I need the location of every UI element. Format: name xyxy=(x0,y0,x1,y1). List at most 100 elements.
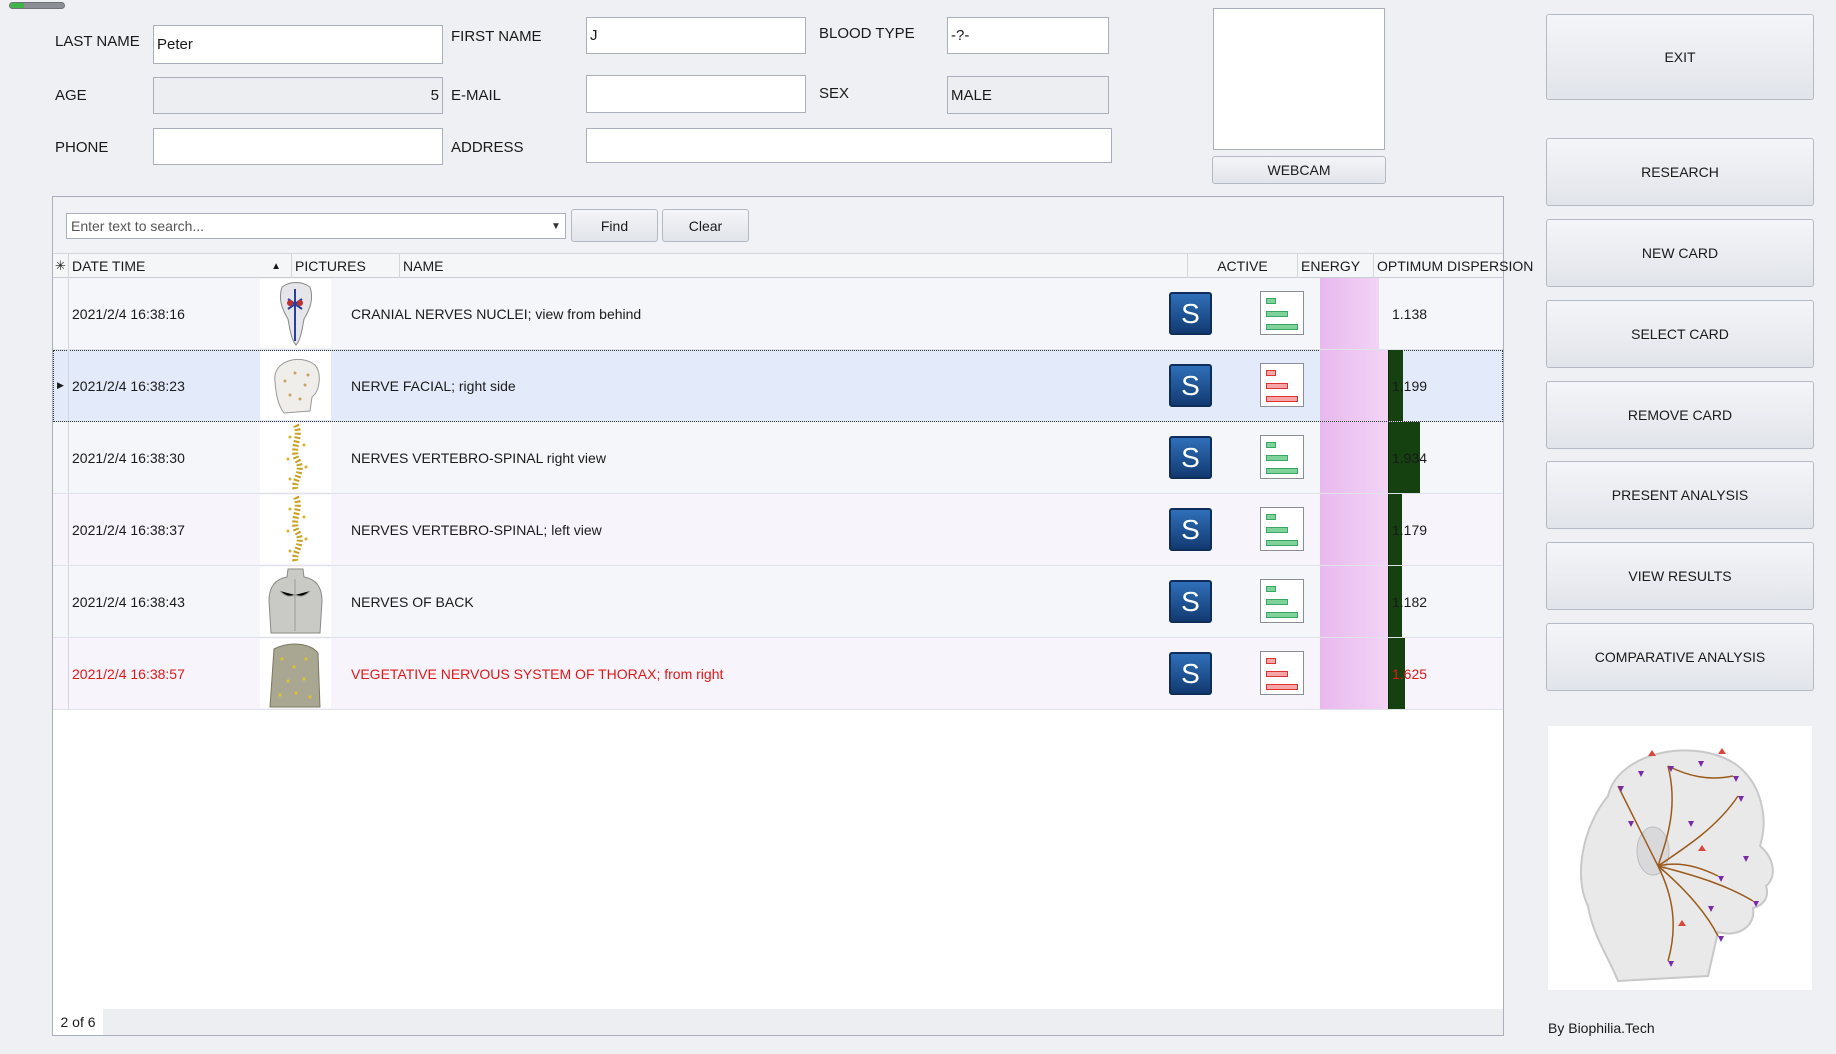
row-indicator xyxy=(53,278,69,349)
head-nerve-map-illustration xyxy=(1579,748,1774,983)
activate-s-label: S xyxy=(1181,441,1200,473)
row-date-time: 2021/2/4 16:38:43 xyxy=(72,593,185,610)
page-info: 2 of 6 xyxy=(53,1009,103,1035)
row-date-time: 2021/2/4 16:38:16 xyxy=(72,305,185,322)
row-date-time: 2021/2/4 16:38:37 xyxy=(72,521,185,538)
research-button[interactable]: RESEARCH xyxy=(1546,138,1814,206)
table-row[interactable]: 2021/2/4 16:38:57 VEGETATIVE NERVOUS SYST… xyxy=(53,638,1503,710)
row-name: CRANIAL NERVES NUCLEI; view from behind xyxy=(351,305,642,322)
dispersion-value: 1.199 xyxy=(1392,377,1428,394)
energy-bars-icon xyxy=(1260,507,1304,551)
row-indicator xyxy=(53,566,69,637)
activate-s-button[interactable]: S xyxy=(1169,292,1212,335)
exit-button[interactable]: EXIT xyxy=(1546,14,1814,100)
column-header-date-time[interactable]: DATE TIME ▲ xyxy=(69,254,292,278)
progress-bar xyxy=(9,2,65,9)
column-header-energy[interactable]: ENERGY xyxy=(1298,254,1374,278)
spine-icon xyxy=(260,423,331,493)
webcam-preview xyxy=(1213,8,1385,150)
dispersion-pink-fill xyxy=(1320,350,1388,421)
table-row[interactable]: 2021/2/4 16:38:30 NERVES VERTEBRO-SPINAL … xyxy=(53,422,1503,494)
table-row[interactable]: ▶ 2021/2/4 16:38:23 NERVE FACIAL; right si… xyxy=(53,350,1503,422)
dispersion-value: 1.179 xyxy=(1392,521,1428,538)
energy-bars-icon xyxy=(1260,651,1304,695)
activate-s-button[interactable]: S xyxy=(1169,580,1212,623)
row-name: NERVES VERTEBRO-SPINAL; left view xyxy=(351,521,602,538)
dispersion-pink-fill xyxy=(1320,278,1379,349)
table-row[interactable]: 2021/2/4 16:38:37 NERVES VERTEBRO-SPINAL;… xyxy=(53,494,1503,566)
last-name-label: LAST NAME xyxy=(55,33,140,50)
address-label: ADDRESS xyxy=(451,139,524,156)
activate-s-button[interactable]: S xyxy=(1169,436,1212,479)
comparative-analysis-button[interactable]: COMPARATIVE ANALYSIS xyxy=(1546,623,1814,691)
email-label: E-MAIL xyxy=(451,87,502,104)
row-name: NERVES VERTEBRO-SPINAL right view xyxy=(351,449,606,466)
table-row[interactable]: 2021/2/4 16:38:43 NERVES OF BACK S 1.182 xyxy=(53,566,1503,638)
dispersion-pink-fill xyxy=(1320,638,1388,709)
age-field[interactable]: 5 xyxy=(153,77,443,114)
activate-s-button[interactable]: S xyxy=(1169,364,1212,407)
search-input[interactable] xyxy=(67,218,547,234)
search-box[interactable]: ▼ xyxy=(66,213,566,239)
phone-label: PHONE xyxy=(55,139,109,156)
activate-s-label: S xyxy=(1181,585,1200,617)
blood-type-field[interactable]: -?- xyxy=(947,17,1109,54)
first-name-field[interactable]: J xyxy=(586,17,806,54)
activate-s-button[interactable]: S xyxy=(1169,508,1212,551)
column-header-dispersion[interactable]: OPTIMUM DISPERSION xyxy=(1374,254,1533,278)
column-chooser-icon[interactable]: ✳ xyxy=(53,254,69,278)
clear-button[interactable]: Clear xyxy=(662,209,749,242)
new-card-button[interactable]: NEW CARD xyxy=(1546,219,1814,287)
column-header-pictures[interactable]: PICTURES xyxy=(292,254,400,278)
head-nerve-map-icon xyxy=(1548,726,1812,990)
age-label: AGE xyxy=(55,87,87,104)
sex-field[interactable]: MALE xyxy=(947,76,1109,114)
activate-s-label: S xyxy=(1181,297,1200,329)
webcam-button[interactable]: WEBCAM xyxy=(1212,156,1386,184)
table-header: ✳ DATE TIME ▲ PICTURES NAME ACTIVE ENERG… xyxy=(53,253,1533,278)
dispersion-meter: 1.138 xyxy=(1320,278,1503,349)
activate-s-button[interactable]: S xyxy=(1169,652,1212,695)
dispersion-value: 1.138 xyxy=(1392,305,1428,322)
row-indicator xyxy=(53,638,69,709)
dropdown-arrow-icon[interactable]: ▼ xyxy=(547,214,565,238)
email-field[interactable] xyxy=(586,75,806,113)
address-field[interactable] xyxy=(586,128,1112,163)
dispersion-meter: 1.625 xyxy=(1320,638,1503,709)
dispersion-pink-fill xyxy=(1320,566,1388,637)
find-button[interactable]: Find xyxy=(571,209,658,242)
blood-type-label: BLOOD TYPE xyxy=(819,25,915,42)
column-header-name[interactable]: NAME xyxy=(400,254,1188,278)
row-date-time: 2021/2/4 16:38:30 xyxy=(72,449,185,466)
remove-card-button[interactable]: REMOVE CARD xyxy=(1546,381,1814,449)
row-name: VEGETATIVE NERVOUS SYSTEM OF THORAX; fro… xyxy=(351,665,724,682)
sex-label: SEX xyxy=(819,85,850,102)
spine-icon xyxy=(260,495,331,565)
skull-icon xyxy=(260,351,331,420)
thorax-icon xyxy=(260,639,331,708)
credit-text: By Biophilia.Tech xyxy=(1548,1020,1655,1036)
phone-field[interactable] xyxy=(153,128,443,165)
row-name: NERVES OF BACK xyxy=(351,593,474,610)
energy-bars-icon xyxy=(1260,363,1304,407)
first-name-label: FIRST NAME xyxy=(451,28,542,45)
dispersion-value: 1.625 xyxy=(1392,665,1428,682)
table-row[interactable]: 2021/2/4 16:38:16 CRANIAL NERVES NUCLEI; … xyxy=(53,278,1503,350)
column-header-active[interactable]: ACTIVE xyxy=(1188,254,1298,278)
last-name-field[interactable]: Peter xyxy=(153,25,443,64)
energy-bars-icon xyxy=(1260,435,1304,479)
row-date-time: 2021/2/4 16:38:23 xyxy=(72,377,185,394)
row-indicator xyxy=(53,422,69,493)
select-card-button[interactable]: SELECT CARD xyxy=(1546,300,1814,368)
present-analysis-button[interactable]: PRESENT ANALYSIS xyxy=(1546,461,1814,529)
activate-s-label: S xyxy=(1181,657,1200,689)
dispersion-pink-fill xyxy=(1320,494,1388,565)
status-bar: 2 of 6 xyxy=(53,1009,1503,1035)
dispersion-meter: 1.182 xyxy=(1320,566,1503,637)
activate-s-label: S xyxy=(1181,369,1200,401)
view-results-button[interactable]: VIEW RESULTS xyxy=(1546,542,1814,610)
row-date-time: 2021/2/4 16:38:57 xyxy=(72,665,185,682)
progress-fill xyxy=(10,3,24,8)
dispersion-pink-fill xyxy=(1320,422,1388,493)
row-indicator: ▶ xyxy=(53,350,69,421)
